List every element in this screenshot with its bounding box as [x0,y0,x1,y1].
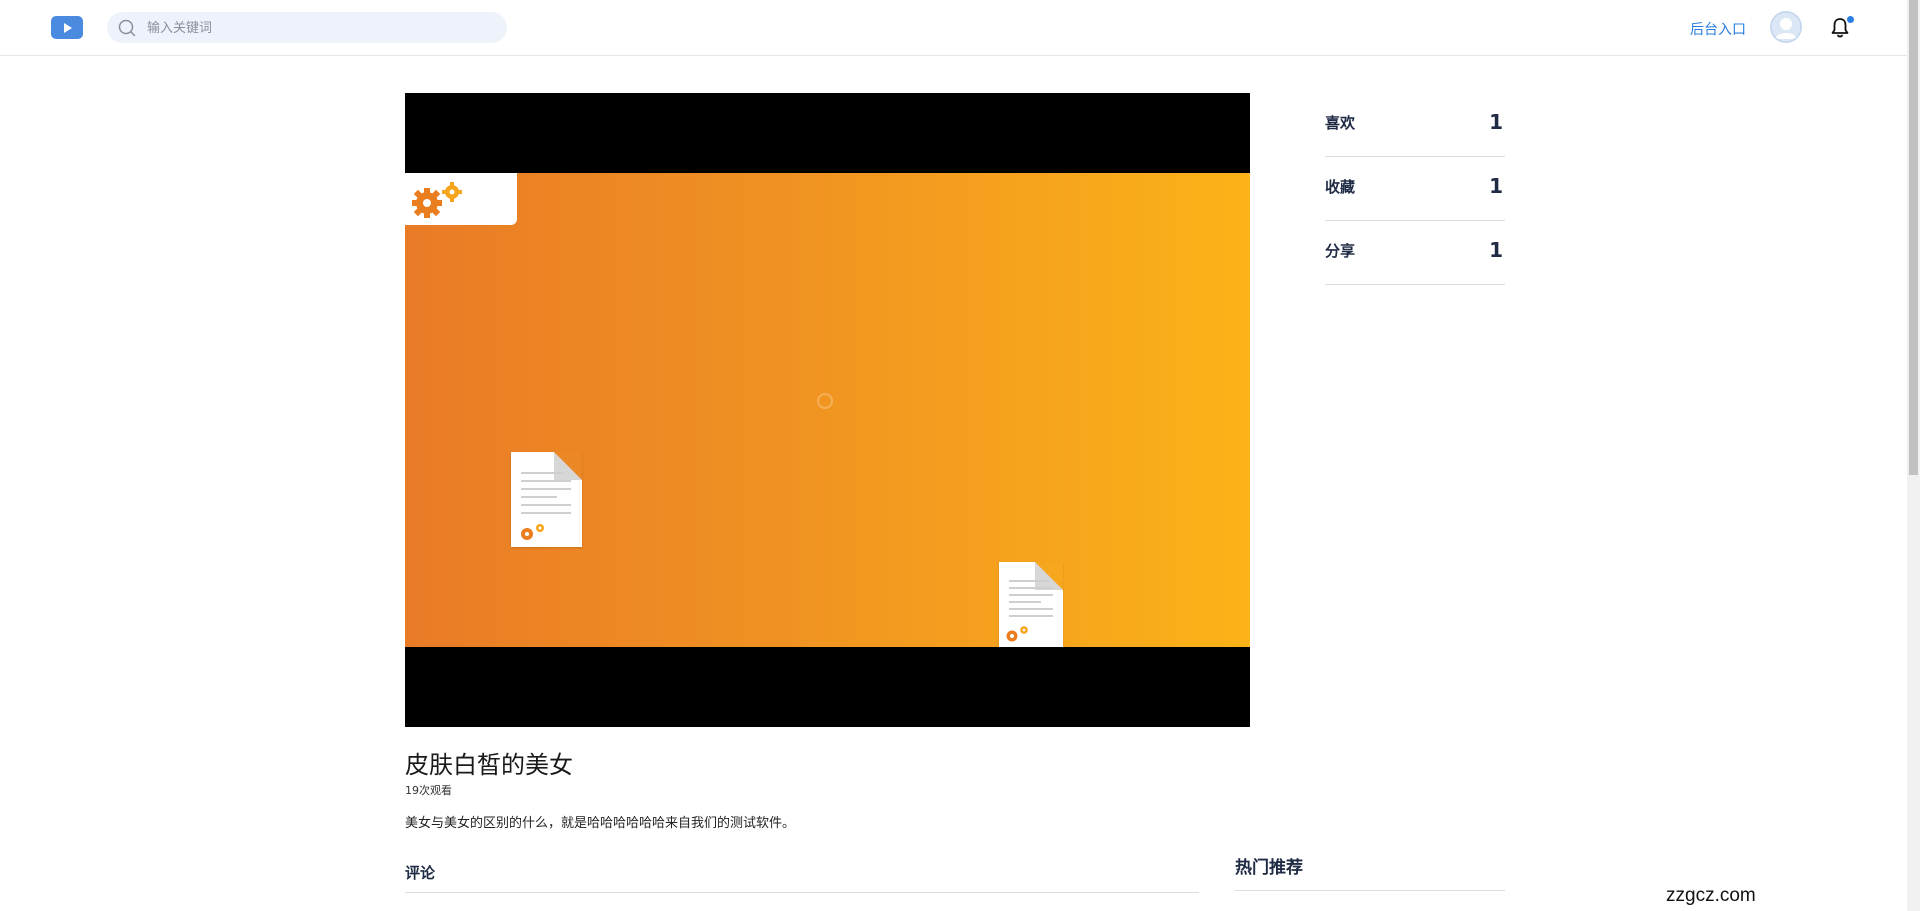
search-bar[interactable] [107,12,507,43]
video-description: 美女与美女的区别的什么，就是哈哈哈哈哈哈来自我们的测试软件。 [405,816,796,831]
stat-value: 1 [1489,238,1503,262]
comments-heading: 评论 [405,864,436,882]
gears-icon [412,182,462,218]
video-title: 皮肤白皙的美女 [405,751,573,779]
watermark: zzgcz.com [1666,885,1756,906]
view-count: 19次观看 [405,784,452,797]
stat-value: 1 [1489,110,1503,134]
divider [1235,890,1505,891]
loading-icon [817,393,833,409]
stat-favorite[interactable]: 收藏 1 [1325,156,1505,221]
stat-label: 收藏 [1325,178,1356,196]
divider [405,892,1199,893]
search-input[interactable] [145,17,489,40]
gears-icon [1006,626,1028,642]
stat-like[interactable]: 喜欢 1 [1325,92,1505,157]
document-icon [999,562,1063,647]
user-avatar-icon [1770,11,1802,43]
document-icon [511,452,582,547]
stat-share[interactable]: 分享 1 [1325,220,1505,285]
admin-entry-link[interactable]: 后台入口 [1690,19,1746,39]
notification-dot [1847,16,1854,23]
gears-icon [521,524,544,540]
search-icon[interactable] [118,19,136,37]
user-avatar[interactable] [1770,11,1802,43]
play-icon [64,23,72,33]
video-frame [405,173,1250,647]
frame-badge [405,173,517,225]
stat-label: 分享 [1325,242,1356,260]
logo-play-button[interactable] [51,16,83,39]
top-header: 后台入口 [0,0,1907,56]
scrollbar-thumb[interactable] [1909,0,1918,475]
stat-label: 喜欢 [1325,114,1356,132]
stat-value: 1 [1489,174,1503,198]
hot-recommend-heading: 热门推荐 [1235,858,1303,878]
video-player[interactable] [405,93,1250,727]
